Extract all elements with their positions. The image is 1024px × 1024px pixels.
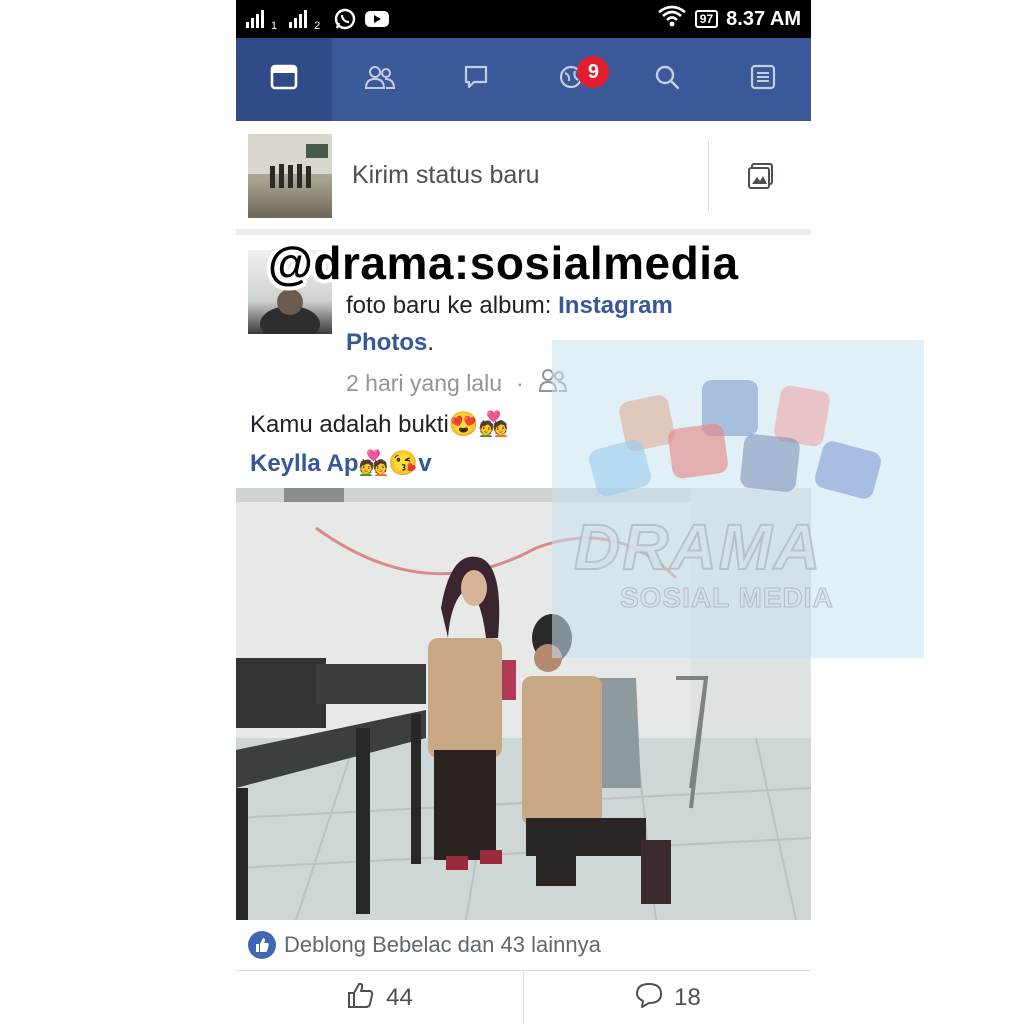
photo-upload-button[interactable] bbox=[744, 161, 778, 195]
meta-separator: · bbox=[516, 369, 524, 396]
battery-icon: 97 bbox=[694, 10, 719, 28]
reactions-summary[interactable]: Deblong Bebelac dan 43 lainnya bbox=[236, 920, 811, 971]
post-meta: 2 hari yang lalu · bbox=[346, 367, 568, 399]
status-composer: Kirim status baru bbox=[236, 121, 811, 235]
whatsapp-icon bbox=[332, 8, 358, 30]
sim-2-label: 2 bbox=[314, 20, 321, 32]
friends-icon bbox=[364, 64, 396, 95]
thumbs-up-icon bbox=[346, 981, 376, 1016]
post-header-line: foto baru ke album: Instagram bbox=[346, 292, 673, 320]
reactions-text: Deblong Bebelac dan 43 lainnya bbox=[284, 932, 601, 957]
status-bar: 1 2 97 8.37 AM bbox=[236, 0, 811, 38]
wifi-icon bbox=[657, 4, 687, 34]
news-feed-icon bbox=[270, 64, 298, 95]
top-navigation: 9 bbox=[236, 38, 811, 121]
signal-icon bbox=[289, 10, 308, 28]
comment-count: 18 bbox=[674, 984, 701, 1011]
post-actions: 44 18 bbox=[236, 972, 811, 1024]
tab-notifications[interactable]: 9 bbox=[523, 38, 619, 121]
menu-list-icon bbox=[749, 63, 777, 96]
status-input[interactable]: Kirim status baru bbox=[352, 161, 540, 190]
status-bar-right: 97 8.37 AM bbox=[657, 4, 801, 34]
post-caption: Kamu adalah bukti😍💑 bbox=[250, 411, 509, 438]
album-link[interactable]: Photos bbox=[346, 329, 427, 356]
tab-menu[interactable] bbox=[715, 38, 811, 121]
sim-1-label: 1 bbox=[271, 20, 278, 32]
tab-news-feed[interactable] bbox=[236, 38, 332, 121]
like-count: 44 bbox=[386, 984, 413, 1011]
clock: 8.37 AM bbox=[726, 7, 801, 30]
status-bar-left: 1 2 bbox=[246, 6, 390, 32]
tab-friends[interactable] bbox=[332, 38, 428, 121]
avatar bbox=[248, 134, 332, 218]
post-header-text: foto baru ke album: bbox=[346, 292, 559, 319]
notification-badge: 9 bbox=[577, 56, 610, 88]
youtube-icon bbox=[364, 8, 390, 30]
like-reaction-icon bbox=[248, 931, 276, 959]
watermark-handle: @drama:sosialmedia bbox=[268, 237, 739, 289]
tagged-user-link[interactable]: Keylla Ap💑😘v bbox=[250, 449, 432, 478]
watermark-title: DRAMA bbox=[573, 510, 823, 584]
comment-button[interactable]: 18 bbox=[523, 972, 811, 1024]
search-icon bbox=[653, 63, 681, 96]
signal-icon bbox=[246, 10, 264, 28]
post-timestamp[interactable]: 2 hari yang lalu bbox=[346, 370, 502, 397]
comment-icon bbox=[634, 981, 664, 1016]
like-button[interactable]: 44 bbox=[236, 972, 523, 1024]
tab-messages[interactable] bbox=[428, 38, 524, 121]
chat-icon bbox=[462, 63, 490, 96]
post-header-text: . bbox=[427, 329, 434, 356]
watermark-subtitle: SOSIAL MEDIA bbox=[620, 582, 834, 614]
album-link[interactable]: Instagram bbox=[558, 292, 673, 319]
post-header-line: Photos. bbox=[346, 329, 434, 357]
photo-icon bbox=[746, 161, 776, 196]
tab-search[interactable] bbox=[619, 38, 715, 121]
divider bbox=[708, 141, 709, 211]
